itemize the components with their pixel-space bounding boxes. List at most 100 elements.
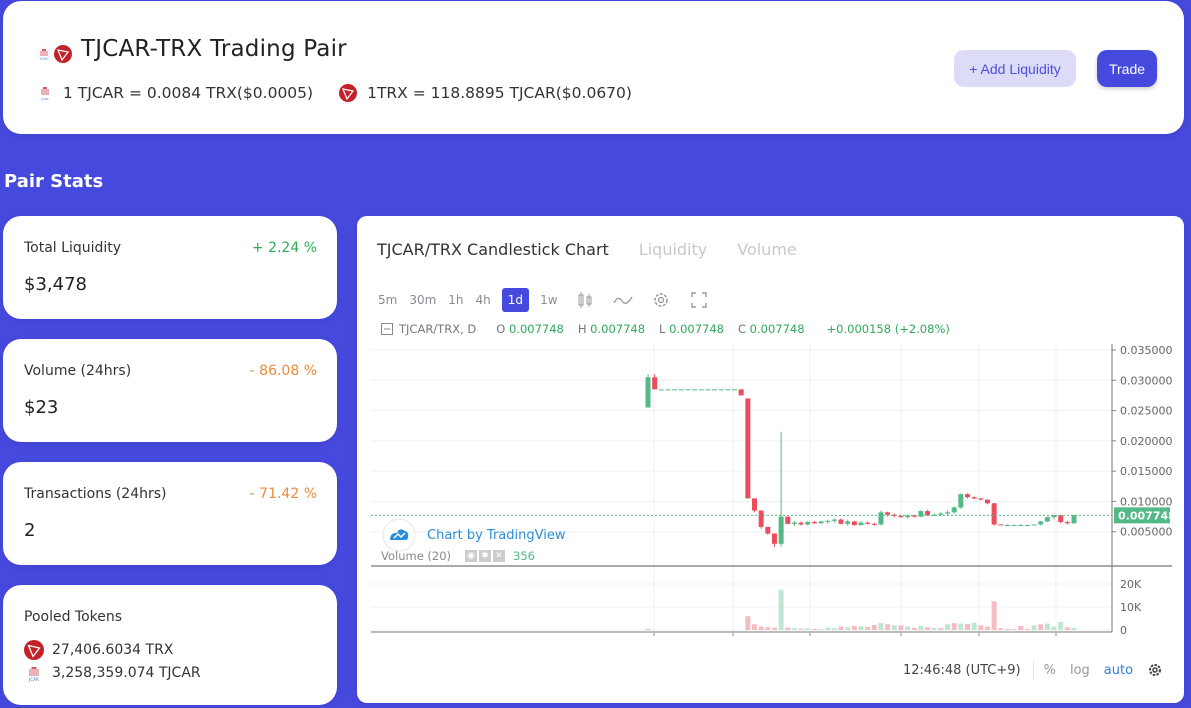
candle-body	[984, 499, 990, 504]
open-value: 0.007748	[508, 322, 564, 336]
settings-gear-icon[interactable]	[1147, 662, 1163, 678]
close-icon[interactable]: ✕	[493, 550, 506, 562]
transactions-card: Transactions (24hrs) - 71.42 % 2	[3, 462, 337, 565]
candle-body	[905, 515, 911, 518]
tjcar-token-icon: JCAR	[25, 664, 43, 682]
candle-body	[878, 512, 884, 525]
volume-bar	[951, 623, 957, 630]
candle-body	[791, 522, 797, 524]
candlestick-chart[interactable]: 0.035000 0.030000 0.025000 0.020000 0.015000…	[357, 216, 1184, 636]
volume-bar	[971, 622, 977, 630]
candle-body	[1011, 525, 1017, 527]
candle-body	[658, 389, 664, 391]
candle-body	[678, 389, 684, 391]
timeframe-1d[interactable]: 1d	[501, 288, 530, 312]
low-label: L	[659, 322, 666, 336]
tradingview-watermark[interactable]: Chart by TradingView	[381, 518, 565, 552]
volume-bar	[1004, 628, 1010, 630]
tjcar-token-icon: JCAR	[38, 86, 52, 101]
volume-bar	[945, 624, 951, 630]
close-label: C	[737, 322, 747, 336]
y-tick-label: 0.020000	[1120, 435, 1173, 448]
token-pair-logo-icon: JCAR	[37, 45, 72, 63]
settings-gear-icon[interactable]	[651, 290, 671, 310]
volume-bar	[1058, 621, 1064, 630]
candle-body	[851, 521, 857, 526]
candle-body	[745, 398, 751, 499]
volume-bar	[958, 623, 964, 630]
volume-bar	[825, 627, 831, 630]
volume-bar	[1038, 624, 1044, 630]
tab-liquidity[interactable]: Liquidity	[639, 240, 707, 259]
timeframe-30m[interactable]: 30m	[408, 288, 437, 312]
open-label: O	[496, 322, 506, 336]
candle-body	[891, 514, 897, 516]
volume-bar	[645, 628, 651, 630]
candle-body	[758, 510, 764, 527]
volume-bar	[891, 625, 897, 630]
candle-body	[712, 389, 718, 391]
trx-rate: 1TRX = 118.8895 TJCAR($0.0670)	[367, 84, 632, 102]
stat-value: $3,478	[24, 274, 87, 295]
add-liquidity-button[interactable]: + Add Liquidity	[954, 50, 1076, 87]
candle-body	[698, 389, 704, 391]
pooled-tjcar-amount: 3,258,359.074 TJCAR	[52, 665, 201, 681]
candle-body	[991, 503, 997, 525]
candle-body	[998, 524, 1004, 526]
timeframe-4h[interactable]: 4h	[475, 288, 492, 312]
fullscreen-icon[interactable]	[689, 290, 709, 310]
volume-bar	[758, 626, 764, 630]
volume-bar	[745, 616, 751, 630]
chart-card: TJCAR/TRX Candlestick Chart Liquidity Vo…	[357, 216, 1184, 703]
volume-bar	[911, 627, 917, 630]
log-scale-toggle[interactable]: log	[1070, 663, 1090, 678]
y-tick-label: 0.010000	[1120, 495, 1173, 508]
candle-body	[978, 498, 984, 500]
timeframe-1h[interactable]: 1h	[447, 288, 464, 312]
eye-icon[interactable]: ◉	[465, 550, 478, 562]
settings-gear-icon[interactable]: ✱	[479, 550, 492, 562]
stat-change: + 2.24 %	[251, 240, 317, 256]
tab-candlestick[interactable]: TJCAR/TRX Candlestick Chart	[377, 240, 609, 259]
trade-button[interactable]: Trade	[1097, 50, 1157, 87]
total-liquidity-card: Total Liquidity + 2.24 % $3,478	[3, 216, 337, 319]
timeframe-5m[interactable]: 5m	[377, 288, 398, 312]
section-title: Pair Stats	[4, 171, 104, 192]
candle-body	[798, 522, 804, 525]
candle-body	[1064, 522, 1070, 524]
volume-bar	[1031, 625, 1037, 630]
stat-value: $23	[24, 397, 59, 418]
y-tick-label: 0.035000	[1120, 344, 1173, 357]
indicators-icon[interactable]	[612, 290, 633, 310]
last-price-tag	[1114, 507, 1170, 524]
volume-bar	[798, 628, 804, 630]
volume-bar	[1071, 627, 1077, 630]
stat-label: Total Liquidity	[24, 240, 122, 256]
timeframe-1w[interactable]: 1w	[539, 288, 558, 312]
volume-bar	[885, 624, 891, 630]
candle-body	[685, 389, 691, 391]
candle-body	[951, 507, 957, 513]
volume-bar	[991, 601, 997, 630]
volume-bar	[811, 628, 817, 630]
auto-scale-toggle[interactable]: auto	[1104, 663, 1133, 678]
candle-body	[911, 515, 917, 517]
volume-tick-label: 10K	[1120, 601, 1142, 614]
candle-body	[845, 521, 851, 524]
chart-symbol: TJCAR/TRX, D	[399, 322, 477, 336]
candles-style-icon[interactable]	[575, 290, 595, 310]
volume-bar	[998, 628, 1004, 630]
candle-body	[752, 498, 757, 511]
tjcar-rate: 1 TJCAR = 0.0084 TRX($0.0005)	[63, 84, 314, 102]
collapse-legend-icon[interactable]	[381, 323, 393, 335]
pooled-tokens-card: Pooled Tokens 27,406.6034 TRX JCAR 3,258…	[3, 585, 337, 705]
candle-body	[858, 522, 864, 526]
chart-toolbar: 5m 30m 1h 4h 1d 1w	[377, 288, 721, 312]
percent-scale-toggle[interactable]: %	[1044, 663, 1056, 678]
candle-body	[885, 512, 891, 515]
volume-card: Volume (24hrs) - 86.08 % $23	[3, 339, 337, 442]
tab-volume[interactable]: Volume	[737, 240, 797, 259]
candle-body	[811, 522, 817, 524]
candle-body	[838, 519, 844, 524]
candle-body	[705, 389, 711, 391]
